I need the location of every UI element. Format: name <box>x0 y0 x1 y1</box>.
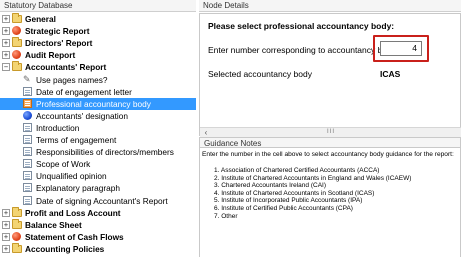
scroll-left-arrow-icon[interactable]: ‹ <box>201 128 211 137</box>
guidance-intro: Enter the number in the cell above to se… <box>202 151 454 158</box>
page-icon <box>23 122 32 132</box>
folder-icon <box>12 61 22 72</box>
guidance-notes-header: Guidance Notes <box>199 137 461 148</box>
tree-item[interactable]: Unqualified opinion <box>0 170 196 182</box>
tree-item[interactable]: Terms of engagement <box>0 134 196 146</box>
accountancy-body-number-label: Enter number corresponding to accountanc… <box>208 45 397 55</box>
list-item: 6. Institute of Certified Public Account… <box>214 204 353 212</box>
page-icon <box>23 159 32 169</box>
tree-item[interactable]: + Accounting Policies <box>0 242 196 255</box>
tree-item[interactable]: Explanatory paragraph <box>0 182 196 194</box>
page-icon <box>23 195 32 205</box>
tree-item[interactable]: Responsibilities of directors/members <box>0 146 196 158</box>
page-icon <box>23 171 32 181</box>
statutory-tree: + General + Strategic Report + Directors' Rep… <box>0 13 196 257</box>
statutory-database-header: Statutory Database <box>0 0 196 12</box>
tree-item[interactable]: + Strategic Report <box>0 25 196 37</box>
page-icon <box>23 183 32 193</box>
tree-item-label: Profit and Loss Account <box>25 207 121 218</box>
tree-item-label: Accountants' designation <box>36 110 128 121</box>
tree-item[interactable]: − Accountants' Report <box>0 61 196 73</box>
prompt-title: Please select professional accountancy b… <box>208 21 395 31</box>
red-dot-icon <box>12 50 21 60</box>
guidance-notes-panel: Enter the number in the cell above to se… <box>199 148 461 257</box>
tree-item[interactable]: ✎ Use pages names? <box>0 74 196 86</box>
tree-item-label: Scope of Work <box>36 159 91 170</box>
tree-item-label: Explanatory paragraph <box>36 183 120 194</box>
tree-item-label: Responsibilities of directors/members <box>36 147 174 158</box>
scroll-grip-icon: III <box>327 129 336 135</box>
list-item: 4. Institute of Chartered Accountants in… <box>214 189 375 197</box>
blue-dot-icon <box>23 110 32 120</box>
pen-icon: ✎ <box>23 73 31 84</box>
expand-icon[interactable]: + <box>2 39 10 48</box>
tree-item-label: Balance Sheet <box>25 219 82 230</box>
tree-item-label: Accountants' Report <box>25 62 107 73</box>
folder-icon <box>12 206 22 217</box>
page-icon <box>23 147 32 157</box>
tree-item[interactable]: Date of engagement letter <box>0 86 196 98</box>
statutory-database-pane: Statutory Database + General + Strategic Re… <box>0 0 196 257</box>
expand-icon[interactable]: + <box>2 15 10 23</box>
node-details-pane: Node Details Please select professional … <box>199 0 461 257</box>
node-details-header: Node Details <box>199 0 461 12</box>
tree-item[interactable]: + Audit Report <box>0 49 196 61</box>
tree-item[interactable]: Scope of Work <box>0 158 196 170</box>
expand-icon[interactable]: + <box>2 51 10 60</box>
folder-icon <box>12 242 22 253</box>
tree-item[interactable]: + Profit and Loss Account <box>0 206 196 219</box>
red-dot-icon <box>12 26 21 36</box>
tree-item-label: General <box>25 14 56 24</box>
expand-icon[interactable]: + <box>2 232 10 241</box>
accountancy-body-list: 1. Association of Chartered Certified Ac… <box>214 167 411 220</box>
red-dot-icon <box>12 231 21 241</box>
node-details-panel: Please select professional accountancy b… <box>199 13 461 137</box>
list-item: 5. Institute of Incorporated Public Acco… <box>214 197 363 205</box>
expand-icon[interactable]: + <box>2 220 10 229</box>
tree-item[interactable]: + Balance Sheet <box>0 218 196 231</box>
tree-item-label: Use pages names? <box>36 74 108 85</box>
selected-accountancy-body-value: ICAS <box>380 69 401 79</box>
collapse-icon[interactable]: − <box>2 63 10 72</box>
folder-icon <box>12 37 22 48</box>
tree-item-label: Strategic Report <box>25 26 90 37</box>
tree-item[interactable]: + Statement of Cash Flows <box>0 231 196 243</box>
tree-item-label: Statement of Cash Flows <box>25 231 124 242</box>
page-icon <box>23 86 32 96</box>
tree-item[interactable]: + Directors' Report <box>0 37 196 49</box>
tree-item-label: Date of engagement letter <box>36 86 132 97</box>
accountancy-body-number-input[interactable]: 4 <box>380 41 422 56</box>
orange-grid-icon <box>23 98 32 108</box>
expand-icon[interactable]: + <box>2 208 10 217</box>
tree-item[interactable]: Accountants' designation <box>0 110 196 122</box>
tree-item-label: Directors' Report <box>25 38 93 49</box>
tree-item[interactable]: Date of signing Accountant's Report <box>0 195 196 207</box>
list-item: 1. Association of Chartered Certified Ac… <box>214 167 380 174</box>
expand-icon[interactable]: + <box>2 244 10 253</box>
tree-item-label: Accounting Policies <box>25 243 105 254</box>
page-icon <box>23 135 32 144</box>
list-item: 7. Other <box>214 212 238 220</box>
tree-item-label: Date of signing Accountant's Report <box>36 195 168 206</box>
tree-item[interactable]: Professional accountancy body <box>0 97 196 110</box>
tree-item-label: Unqualified opinion <box>36 171 107 182</box>
list-item: 2. Institute of Chartered Accountants in… <box>214 174 412 182</box>
folder-icon <box>12 218 22 229</box>
expand-icon[interactable]: + <box>2 27 10 36</box>
tree-item[interactable]: Introduction <box>0 122 196 134</box>
list-item: 3. Chartered Accountants Ireland (CAI) <box>214 182 327 190</box>
selected-accountancy-body-label: Selected accountancy body <box>208 69 312 79</box>
tree-item-label: Professional accountancy body <box>36 98 151 109</box>
tree-item-label: Introduction <box>36 122 80 133</box>
folder-icon <box>12 13 22 23</box>
tree-item-label: Audit Report <box>25 50 76 61</box>
tree-item[interactable]: + General <box>0 13 196 25</box>
horizontal-scrollbar[interactable]: ‹ III <box>200 127 461 137</box>
tree-item-label: Terms of engagement <box>36 135 117 145</box>
